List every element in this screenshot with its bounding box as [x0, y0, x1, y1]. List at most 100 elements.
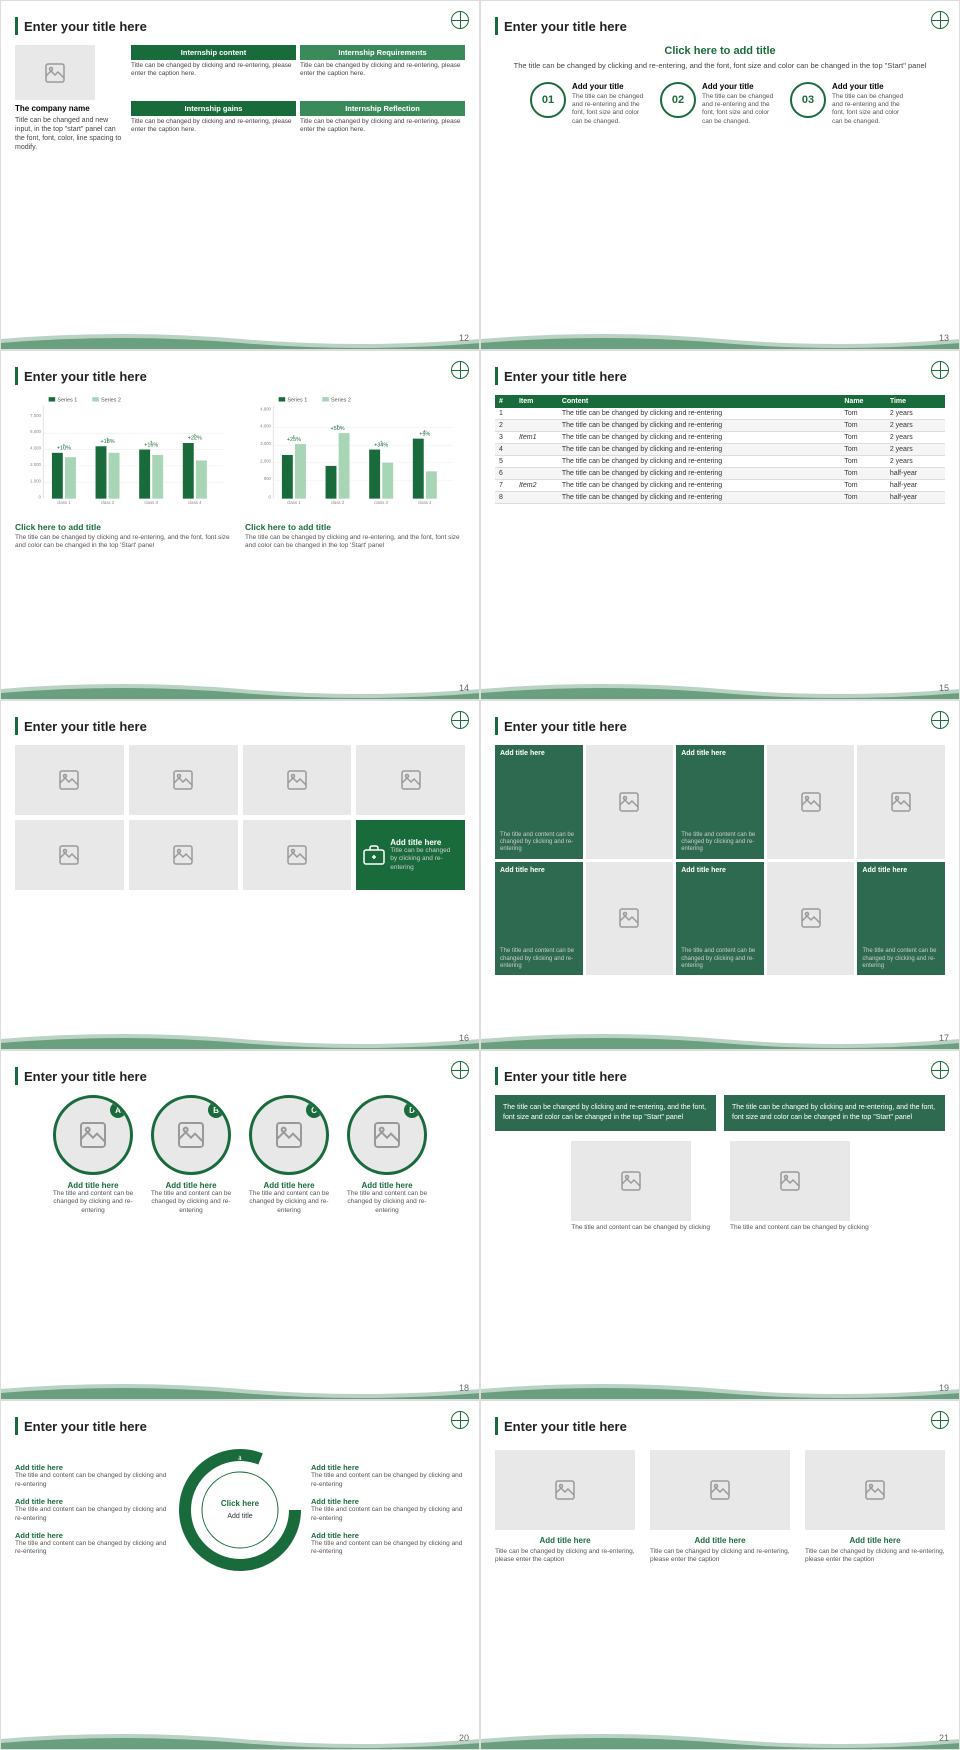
svg-text:Add title: Add title — [227, 1513, 252, 1520]
company-desc: Title can be changed and new input, in t… — [15, 116, 125, 152]
title-bar-18 — [15, 1067, 18, 1085]
svg-text:class 1: class 1 — [287, 500, 301, 505]
svg-text:↑: ↑ — [62, 441, 66, 450]
slide-21-desc-2: Title can be changed by clicking and re-… — [650, 1548, 790, 1565]
td-num: 7 — [495, 480, 515, 492]
td-content: The title can be changed by clicking and… — [558, 408, 841, 420]
td-time: half-year — [886, 480, 945, 492]
table-row: 5 The title can be changed by clicking a… — [495, 456, 945, 468]
cycle-l3-title: Add title here — [15, 1531, 169, 1540]
slide-21-item-3: Add title here Title can be changed by c… — [805, 1450, 945, 1565]
svg-text:Series 2: Series 2 — [331, 398, 351, 404]
dark-cell-3: Add title here The title and content can… — [676, 745, 764, 859]
td-name: Tom — [840, 492, 885, 504]
slides-grid: Enter your title here The company name T… — [0, 0, 960, 1750]
dark-cell-8: Add title here The title and content can… — [676, 862, 764, 976]
letter-D: D — [404, 1102, 420, 1118]
th-content: Content — [558, 395, 841, 408]
svg-text:Series 1: Series 1 — [57, 398, 77, 404]
slide-21-title-1: Add title here — [495, 1536, 635, 1545]
cycle-l1-title: Add title here — [15, 1463, 169, 1472]
td-item: Item2 — [515, 480, 558, 492]
slide-14-title-bar: Enter your title here — [15, 367, 465, 385]
svg-text:2,000: 2,000 — [260, 459, 271, 464]
num-circle-1: 01 — [530, 82, 566, 118]
svg-text:0: 0 — [39, 495, 42, 500]
td-num: 5 — [495, 456, 515, 468]
globe-icon-16 — [451, 711, 469, 729]
num-circle-2: 02 — [660, 82, 696, 118]
title-bar-16 — [15, 717, 18, 735]
slide-18-title: Enter your title here — [24, 1069, 147, 1084]
svg-text:1,000: 1,000 — [30, 478, 41, 483]
svg-text:2,000: 2,000 — [30, 462, 41, 467]
img-cell-5 — [15, 820, 124, 890]
slide-13-desc: The title can be changed by clicking and… — [495, 61, 945, 72]
td-item: Item1 — [515, 432, 558, 444]
cycle-r1-title: Add title here — [311, 1463, 465, 1472]
img-cell-7 — [243, 820, 352, 890]
circle-desc-B: The title and content can be changed by … — [146, 1190, 236, 1215]
svg-text:class 1: class 1 — [57, 500, 71, 505]
svg-text:3,000: 3,000 — [260, 441, 271, 446]
slide-12-title-bar: Enter your title here — [15, 17, 465, 35]
td-name: Tom — [840, 480, 885, 492]
title-bar-14 — [15, 367, 18, 385]
img-cell-4 — [356, 745, 465, 815]
wave-18 — [1, 1379, 479, 1399]
slide-16: Enter your title here — [0, 700, 480, 1050]
num-item-1: 01 Add your title The title can be chang… — [530, 82, 650, 127]
svg-text:Series 2: Series 2 — [101, 398, 121, 404]
slide-21-img-2 — [650, 1450, 790, 1530]
slide-17-grid: Add title here The title and content can… — [495, 745, 945, 975]
slide-19-imgs: The title and content can be changed by … — [495, 1141, 945, 1231]
slide-19: Enter your title here The title can be c… — [480, 1050, 960, 1400]
svg-text:class 4: class 4 — [418, 500, 432, 505]
slide-17: Enter your title here Add title here The… — [480, 700, 960, 1050]
data-table-15: # Item Content Name Time 1 The title can… — [495, 395, 945, 504]
td-content: The title can be changed by clicking and… — [558, 480, 841, 492]
slide-18: Enter your title here A Add title here T… — [0, 1050, 480, 1400]
slide-19-text3: The title and content can be changed by … — [571, 1224, 710, 1231]
slide-16-title-bar: Enter your title here — [15, 717, 465, 735]
th-num: # — [495, 395, 515, 408]
cycle-r2-desc: The title and content can be changed by … — [311, 1506, 465, 1523]
slide-15-title: Enter your title here — [504, 369, 627, 384]
img-cell-6 — [129, 820, 238, 890]
globe-icon-20 — [451, 1411, 469, 1429]
wave-14 — [1, 679, 479, 699]
slide-num-16: 16 — [459, 1033, 469, 1043]
td-time: 2 years — [886, 420, 945, 432]
circle-img-B: B — [151, 1095, 231, 1175]
cycle-r1-desc: The title and content can be changed by … — [311, 1472, 465, 1489]
cycle-l1-desc: The title and content can be changed by … — [15, 1472, 169, 1489]
svg-text:Series 1: Series 1 — [287, 398, 307, 404]
light-cell-7 — [586, 862, 674, 976]
svg-text:↑: ↑ — [193, 432, 197, 441]
slide-21-item-2: Add title here Title can be changed by c… — [650, 1450, 790, 1565]
circle-item-D: D Add title here The title and content c… — [342, 1095, 432, 1215]
td-time: 2 years — [886, 432, 945, 444]
slide-21-title-bar: Enter your title here — [495, 1417, 945, 1435]
num-item-3: 03 Add your title The title can be chang… — [790, 82, 910, 127]
globe-icon-19 — [931, 1061, 949, 1079]
td-num: 3 — [495, 432, 515, 444]
wave-17 — [481, 1029, 959, 1049]
td-content: The title can be changed by clicking and… — [558, 456, 841, 468]
cell3-desc: The title and content can be changed by … — [681, 832, 759, 854]
cell6-desc: The title and content can be changed by … — [500, 948, 578, 970]
svg-text:↑: ↑ — [379, 438, 383, 447]
slide-12-content: The company name Title can be changed an… — [15, 45, 465, 152]
slide-19-img2 — [730, 1141, 850, 1221]
td-content: The title can be changed by clicking and… — [558, 468, 841, 480]
slide-12-img — [15, 45, 95, 100]
light-cell-2 — [586, 745, 674, 859]
circle-item-C: C Add title here The title and content c… — [244, 1095, 334, 1215]
chart1-desc: The title can be changed by clicking and… — [15, 534, 235, 551]
svg-text:class 4: class 4 — [188, 500, 202, 505]
slide-19-title-bar: Enter your title here — [495, 1067, 945, 1085]
table-row: 7 Item2 The title can be changed by clic… — [495, 480, 945, 492]
slide-20-left: Add title here The title and content can… — [15, 1463, 169, 1557]
slide-21-content: Add title here Title can be changed by c… — [495, 1450, 945, 1565]
letter-A: A — [110, 1102, 126, 1118]
